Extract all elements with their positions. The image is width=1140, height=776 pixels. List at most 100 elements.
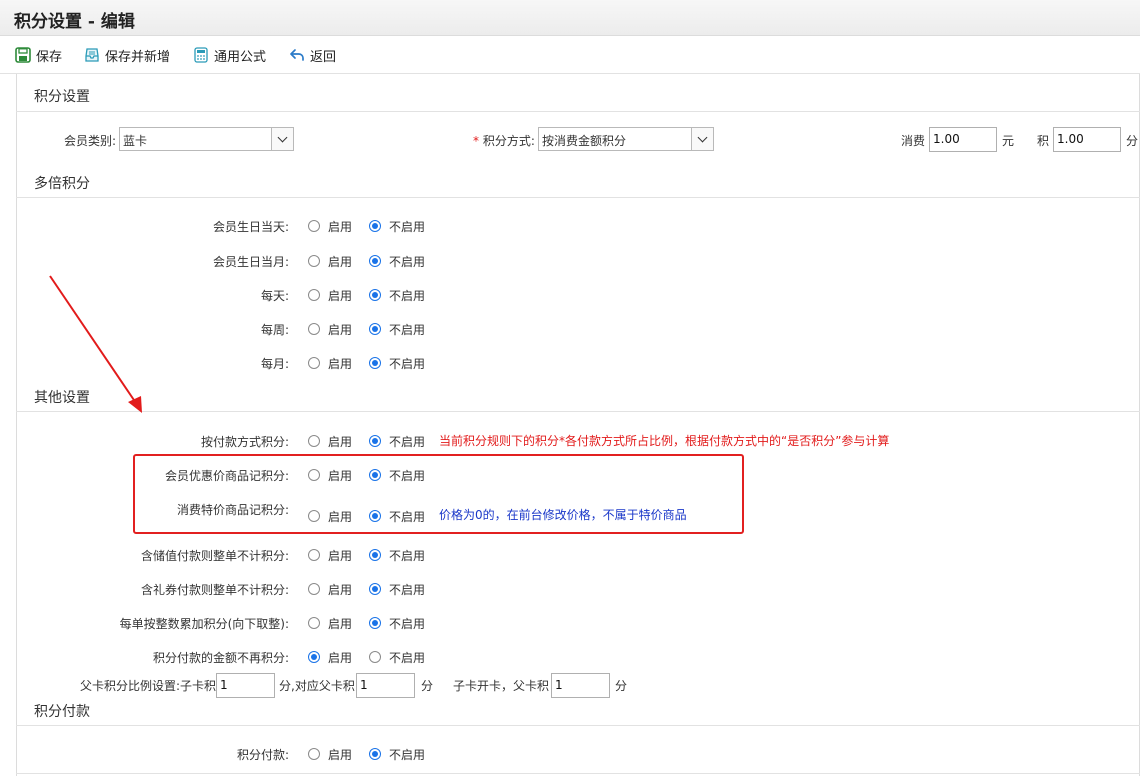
radio-enable[interactable]	[308, 357, 320, 369]
formula-label: 通用公式	[214, 49, 267, 65]
chevron-down-icon[interactable]	[271, 128, 293, 150]
bottom-divider	[16, 773, 1140, 774]
points-method-label-text: 积分方式:	[482, 134, 535, 148]
radio-enable-label: 启用	[328, 357, 353, 371]
child-card-points-input[interactable]: 1	[216, 673, 275, 698]
payment-method-note: 当前积分规则下的积分*各付款方式所占比例，根据付款方式中的“是否积分”参与计算	[439, 434, 890, 448]
radio-disable-label: 不启用	[389, 651, 426, 665]
radio-enable[interactable]	[308, 220, 320, 232]
row-label: 每周:	[260, 323, 289, 337]
section-title-points-settings: 积分设置	[34, 89, 90, 105]
radio-disable-label: 不启用	[389, 357, 426, 371]
radio-disable[interactable]	[369, 323, 381, 335]
radio-enable-label: 启用	[328, 617, 353, 631]
save-and-new-button[interactable]: 保存并新增	[84, 46, 171, 65]
radio-enable-label: 启用	[328, 651, 353, 665]
radio-enable[interactable]	[308, 651, 320, 663]
radio-disable[interactable]	[369, 651, 381, 663]
row-label: 每月:	[260, 357, 289, 371]
toolbar: 保存 保存并新增 通用公式 返回	[0, 36, 1140, 74]
radio-enable-label: 启用	[328, 583, 353, 597]
radio-disable[interactable]	[369, 357, 381, 369]
page-title: 积分设置 - 编辑	[14, 12, 135, 32]
radio-disable-label: 不启用	[389, 220, 426, 234]
consume-amount-input[interactable]: 1.00	[929, 127, 997, 152]
yuan-unit: 元	[1002, 134, 1015, 148]
highlight-box	[133, 454, 744, 534]
back-button[interactable]: 返回	[289, 46, 337, 65]
member-type-label: 会员类别:	[64, 134, 117, 148]
radio-enable-label: 启用	[328, 323, 353, 337]
radio-enable-label: 启用	[328, 549, 353, 563]
points-method-select[interactable]: 按消费金额积分	[538, 127, 714, 151]
fen-unit: 分	[1126, 134, 1139, 148]
radio-enable[interactable]	[308, 255, 320, 267]
radio-enable[interactable]	[308, 748, 320, 760]
radio-disable[interactable]	[369, 289, 381, 301]
radio-disable[interactable]	[369, 748, 381, 760]
row-label: 按付款方式积分:	[200, 435, 289, 449]
save-button[interactable]: 保存	[15, 46, 63, 65]
radio-enable[interactable]	[308, 583, 320, 595]
divider	[16, 725, 1140, 726]
radio-enable-label: 启用	[328, 289, 353, 303]
radio-enable[interactable]	[308, 289, 320, 301]
radio-disable-label: 不启用	[389, 748, 426, 762]
consume-label: 消费	[901, 134, 926, 148]
divider	[16, 411, 1140, 412]
radio-enable-label: 启用	[328, 748, 353, 762]
divider	[16, 111, 1140, 112]
floppy-disk-icon	[15, 47, 31, 63]
row-label: 每天:	[260, 289, 289, 303]
radio-disable-label: 不启用	[389, 549, 426, 563]
divider	[16, 197, 1140, 198]
radio-disable-label: 不启用	[389, 617, 426, 631]
save-and-new-label: 保存并新增	[105, 49, 171, 65]
row-label: 含礼券付款则整单不计积分:	[140, 583, 289, 597]
radio-enable[interactable]	[308, 549, 320, 561]
radio-enable[interactable]	[308, 323, 320, 335]
radio-enable[interactable]	[308, 435, 320, 447]
radio-disable-label: 不启用	[389, 255, 426, 269]
parent-card-points-input[interactable]: 1	[356, 673, 415, 698]
radio-disable[interactable]	[369, 583, 381, 595]
radio-disable-label: 不启用	[389, 435, 426, 449]
ratio-fen-unit: 分	[421, 679, 434, 693]
row-label: 会员生日当天:	[212, 220, 289, 234]
points-method-value: 按消费金额积分	[542, 134, 627, 148]
radio-disable[interactable]	[369, 617, 381, 629]
section-title-points-payment: 积分付款	[34, 704, 90, 720]
open-fen-unit: 分	[615, 679, 628, 693]
member-type-value: 蓝卡	[123, 134, 148, 148]
red-arrow-icon	[49, 275, 142, 413]
ratio-label: 父卡积分比例设置:子卡积	[80, 679, 217, 693]
calculator-icon	[194, 47, 208, 63]
radio-disable-label: 不启用	[389, 289, 426, 303]
formula-button[interactable]: 通用公式	[193, 46, 267, 65]
child-open-points-input[interactable]: 1	[551, 673, 610, 698]
points-method-label: * 积分方式:	[473, 132, 535, 149]
row-label: 会员生日当月:	[212, 255, 289, 269]
ratio-mid-label: 分,对应父卡积	[279, 679, 355, 693]
save-label: 保存	[36, 49, 63, 65]
radio-disable[interactable]	[369, 549, 381, 561]
child-open-label: 子卡开卡，父卡积	[453, 679, 550, 693]
row-label: 每单按整数累加积分(向下取整):	[119, 617, 289, 631]
radio-disable[interactable]	[369, 220, 381, 232]
row-label: 含储值付款则整单不计积分:	[140, 549, 289, 563]
member-type-select[interactable]: 蓝卡	[119, 127, 294, 151]
radio-disable[interactable]	[369, 255, 381, 267]
row-label: 积分付款:	[236, 748, 289, 762]
required-asterisk: *	[473, 134, 479, 148]
back-arrow-icon	[290, 49, 304, 61]
row-label: 积分付款的金额不再积分:	[152, 651, 289, 665]
tray-save-icon	[85, 48, 99, 62]
radio-disable[interactable]	[369, 435, 381, 447]
points-amount-input[interactable]: 1.00	[1053, 127, 1121, 152]
radio-enable[interactable]	[308, 617, 320, 629]
back-label: 返回	[310, 49, 337, 65]
chevron-down-icon[interactable]	[691, 128, 713, 150]
radio-disable-label: 不启用	[389, 323, 426, 337]
radio-disable-label: 不启用	[389, 583, 426, 597]
radio-enable-label: 启用	[328, 435, 353, 449]
